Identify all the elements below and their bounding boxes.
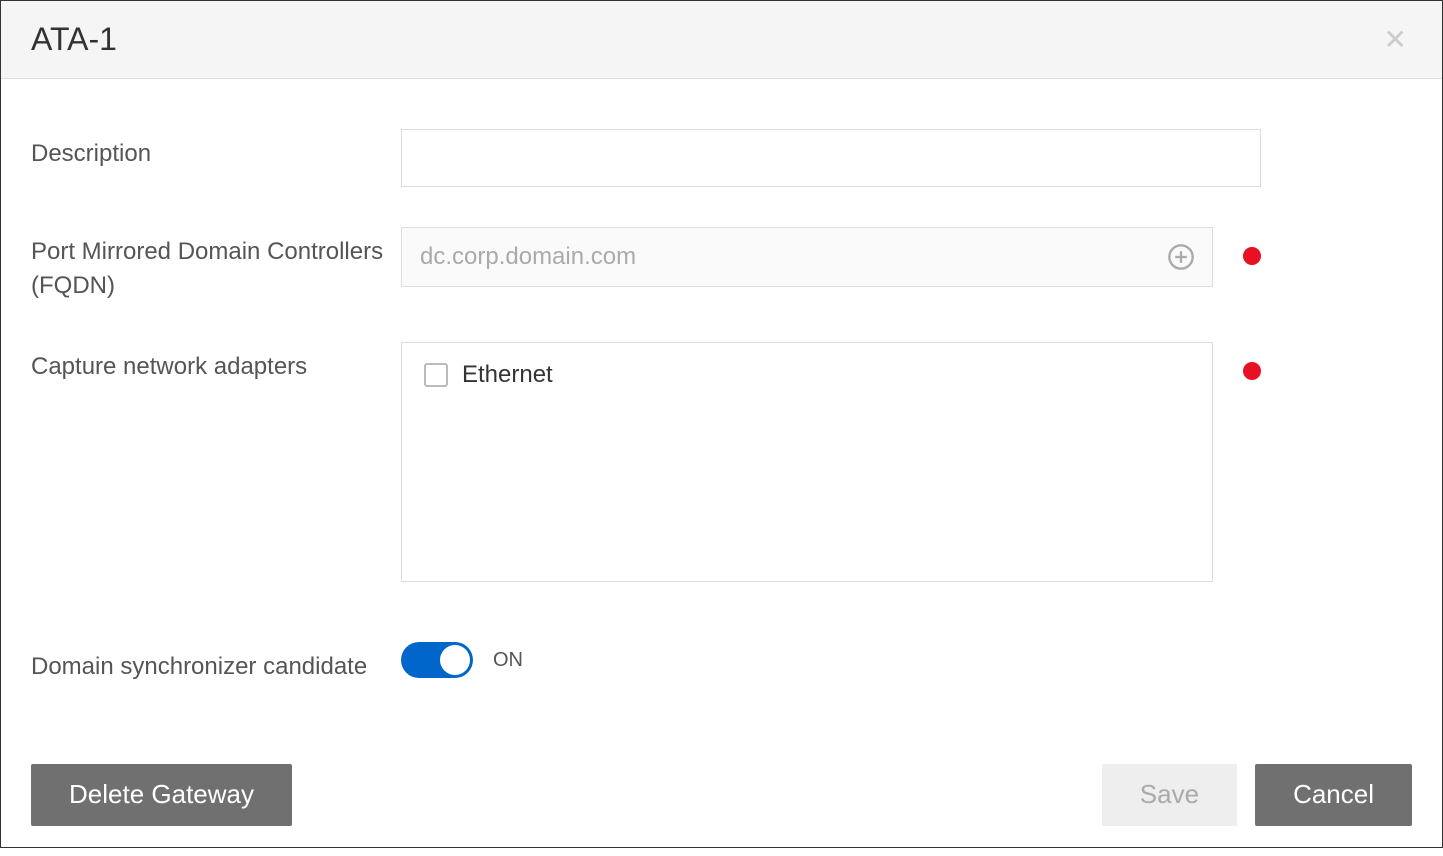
dialog-footer: Delete Gateway Save Cancel [1, 744, 1442, 856]
fqdn-status-dot [1243, 247, 1261, 265]
dialog-body: Description Port Mirrored Domain Control… [1, 79, 1442, 744]
delete-gateway-button[interactable]: Delete Gateway [31, 764, 292, 826]
toggle-knob [440, 645, 470, 675]
synchronizer-row: Domain synchronizer candidate ON [31, 642, 1412, 684]
adapters-status-dot [1243, 362, 1261, 380]
adapter-checkbox[interactable] [424, 363, 448, 387]
dialog-title: ATA-1 [31, 21, 117, 58]
fqdn-input[interactable] [401, 227, 1213, 287]
adapter-label: Ethernet [462, 361, 553, 389]
adapters-control: Ethernet [401, 342, 1261, 582]
gateway-settings-dialog: ATA-1 ✕ Description Port Mirrored Domain… [0, 0, 1443, 848]
description-input[interactable] [401, 129, 1261, 187]
cancel-button[interactable]: Cancel [1255, 764, 1412, 826]
adapters-box: Ethernet [401, 342, 1213, 582]
description-control [401, 129, 1261, 187]
dialog-header: ATA-1 ✕ [1, 1, 1442, 79]
fqdn-wrap [401, 227, 1213, 287]
synchronizer-toggle-row: ON [401, 642, 523, 678]
description-row: Description [31, 129, 1412, 187]
synchronizer-label: Domain synchronizer candidate [31, 642, 401, 684]
add-fqdn-icon[interactable] [1167, 243, 1195, 271]
adapters-label: Capture network adapters [31, 342, 401, 384]
close-icon[interactable]: ✕ [1379, 26, 1412, 54]
fqdn-label: Port Mirrored Domain Controllers (FQDN) [31, 227, 401, 302]
save-button: Save [1102, 764, 1237, 826]
synchronizer-toggle[interactable] [401, 642, 473, 678]
adapter-item: Ethernet [424, 361, 1190, 389]
synchronizer-state: ON [493, 649, 523, 672]
fqdn-row: Port Mirrored Domain Controllers (FQDN) [31, 227, 1412, 302]
adapters-row: Capture network adapters Ethernet [31, 342, 1412, 582]
description-label: Description [31, 129, 401, 171]
synchronizer-control: ON [401, 642, 1261, 678]
footer-right: Save Cancel [1102, 764, 1412, 826]
fqdn-control [401, 227, 1261, 287]
